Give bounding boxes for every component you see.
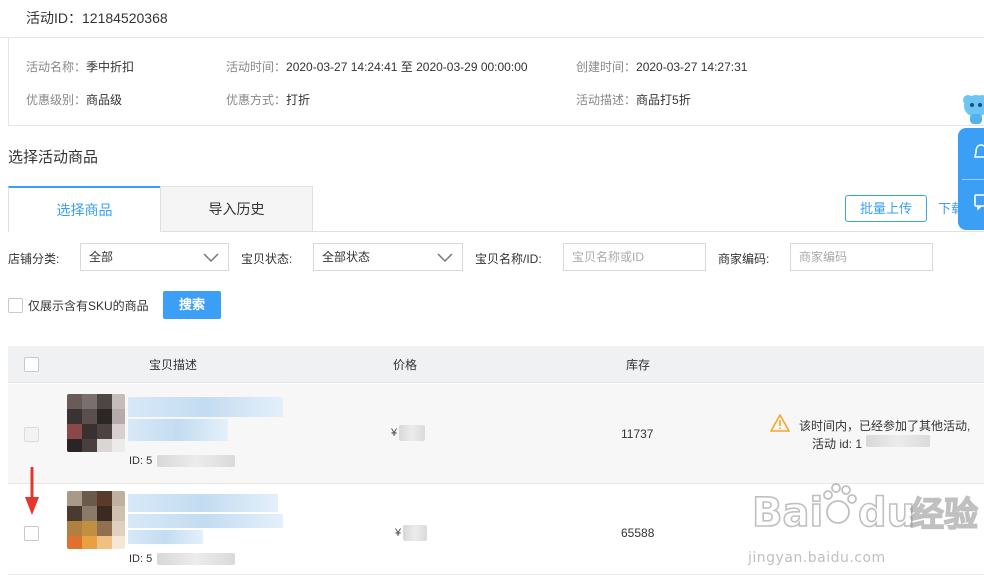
item-name-input[interactable] xyxy=(563,243,706,271)
product-stock: 65588 xyxy=(621,526,655,540)
activity-time-value: 2020-03-27 14:24:41 至 2020-03-29 00:00:0… xyxy=(286,60,528,74)
product-id-blurred xyxy=(157,553,235,565)
warning-icon xyxy=(770,414,790,432)
tab-select-products[interactable]: 选择商品 xyxy=(8,186,160,232)
item-name-label: 宝贝名称/ID: xyxy=(475,252,542,266)
discount-level-label: 优惠级别： xyxy=(26,93,87,107)
created-time-label: 创建时间： xyxy=(576,60,637,74)
product-title-blurred xyxy=(128,397,283,417)
activity-description: 活动描述：商品打5折 xyxy=(576,91,691,108)
product-id: ID: 5 xyxy=(129,553,153,565)
activity-description-label: 活动描述： xyxy=(576,93,637,107)
bell-icon[interactable] xyxy=(974,144,984,162)
created-time: 创建时间：2020-03-27 14:27:31 xyxy=(576,58,747,75)
product-stock: 11737 xyxy=(621,427,654,441)
shop-category-value: 全部 xyxy=(89,250,114,264)
row-warning-text: 该时间内，已经参加了其他活动, xyxy=(799,419,971,433)
section-title: 选择活动商品 xyxy=(8,149,99,166)
product-id-blurred xyxy=(157,455,235,467)
item-status-value: 全部状态 xyxy=(322,250,371,264)
sku-only-checkbox[interactable] xyxy=(8,298,23,313)
product-title-blurred xyxy=(128,514,283,528)
product-thumbnail xyxy=(67,394,125,452)
activity-id-blurred xyxy=(866,435,930,447)
sku-only-label: 仅展示含有SKU的商品 xyxy=(28,299,149,313)
product-price: ¥ xyxy=(395,527,402,539)
discount-level-value: 商品级 xyxy=(86,93,123,107)
product-id: ID: 5 xyxy=(129,455,153,467)
column-header-price: 价格 xyxy=(393,358,418,372)
annotation-arrow-icon xyxy=(25,467,39,515)
batch-upload-button[interactable]: 批量上传 xyxy=(845,195,927,222)
activity-time-label: 活动时间： xyxy=(226,60,287,74)
tabs-underline xyxy=(160,231,984,232)
activity-time: 活动时间：2020-03-27 14:24:41 至 2020-03-29 00… xyxy=(226,58,528,75)
chevron-down-icon xyxy=(437,253,453,263)
shop-category-select[interactable]: 全部 xyxy=(80,243,229,271)
product-title-blurred xyxy=(128,530,203,544)
created-time-value: 2020-03-27 14:27:31 xyxy=(636,60,748,74)
activity-description-value: 商品打5折 xyxy=(636,93,691,107)
product-title-blurred xyxy=(128,494,278,512)
product-price-blurred xyxy=(403,525,427,541)
merchant-code-input[interactable] xyxy=(790,243,933,271)
product-price-blurred xyxy=(399,425,425,441)
feedback-icon[interactable] xyxy=(974,194,984,210)
activity-name-value: 季中折扣 xyxy=(86,60,135,74)
search-button[interactable]: 搜索 xyxy=(163,291,221,319)
row-checkbox[interactable] xyxy=(24,526,39,541)
activity-info-panel xyxy=(8,38,984,126)
tab-import-history[interactable]: 导入历史 xyxy=(160,186,313,232)
row-warning-activity-id: 活动 id: 1 xyxy=(812,437,863,451)
product-thumbnail xyxy=(67,491,125,549)
merchant-code-label: 商家编码: xyxy=(718,252,770,266)
row-checkbox[interactable] xyxy=(24,427,39,442)
item-status-select[interactable]: 全部状态 xyxy=(313,243,463,271)
discount-method-value: 打折 xyxy=(286,93,311,107)
column-header-stock: 库存 xyxy=(626,358,651,372)
panel-divider xyxy=(962,179,984,180)
chevron-down-icon xyxy=(203,253,219,263)
discount-method: 优惠方式：打折 xyxy=(226,91,310,108)
discount-method-label: 优惠方式： xyxy=(226,93,287,107)
discount-level: 优惠级别：商品级 xyxy=(26,91,122,108)
select-all-checkbox[interactable] xyxy=(24,357,39,372)
mascot-icon xyxy=(963,95,984,124)
item-status-label: 宝贝状态: xyxy=(241,252,293,266)
product-title-blurred xyxy=(128,419,228,441)
shop-category-label: 店铺分类: xyxy=(8,252,60,266)
column-header-description: 宝贝描述 xyxy=(149,358,198,372)
activity-id: 活动ID：12184520368 xyxy=(0,0,984,38)
watermark-url: jingyan.baidu.com xyxy=(748,550,886,566)
download-link[interactable]: 下载 xyxy=(938,195,964,222)
activity-name-label: 活动名称： xyxy=(26,60,87,74)
product-price: ¥ xyxy=(391,427,398,439)
activity-name: 活动名称：季中折扣 xyxy=(26,58,134,75)
